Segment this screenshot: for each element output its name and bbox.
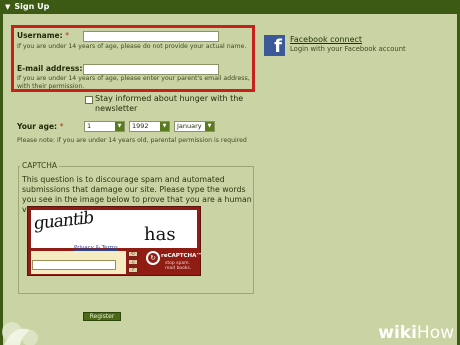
facebook-connect-link[interactable]: Facebook connect — [290, 35, 362, 44]
email-label-text: E-mail address: — [17, 64, 83, 73]
recaptcha-tagline: stop spam. read books. — [165, 261, 192, 271]
username-note: If you are under 14 years of age, please… — [17, 43, 247, 50]
age-year-value: 1992 — [132, 122, 149, 130]
captcha-legend: CAPTCHA — [20, 161, 60, 170]
username-label-text: Username: — [17, 31, 63, 40]
watermark-how: How — [416, 323, 454, 343]
captcha-controls: ↻ ♫ ? — [128, 251, 140, 275]
title-bar: ▼ Sign Up — [0, 0, 460, 14]
wikihow-watermark: wikiHow — [378, 323, 454, 343]
age-label: Your age: * — [17, 122, 63, 131]
email-note: If you are under 14 years of age, please… — [17, 75, 250, 90]
dropdown-arrow-icon: ▼ — [115, 122, 124, 131]
age-day-value: 1 — [87, 122, 92, 130]
username-label: Username: * — [17, 31, 69, 40]
expand-arrow-icon: ▼ — [5, 3, 11, 11]
age-month-value: January — [177, 122, 202, 130]
age-note: Please note: if you are under 14 years o… — [17, 137, 247, 144]
watermark-wiki: wiki — [378, 323, 417, 343]
email-input[interactable] — [83, 64, 219, 75]
refresh-icon[interactable]: ↻ — [128, 251, 138, 257]
help-icon[interactable]: ? — [128, 267, 138, 273]
audio-icon[interactable]: ♫ — [128, 259, 138, 265]
age-label-text: Your age: — [17, 122, 58, 131]
facebook-subtext: Login with your Facebook account — [290, 45, 406, 53]
dropdown-arrow-icon: ▼ — [205, 122, 214, 131]
age-year-select[interactable]: 1992 ▼ — [129, 121, 170, 132]
leaf-decoration-icon — [2, 322, 38, 345]
email-label: E-mail address: * — [17, 64, 89, 73]
dropdown-arrow-icon: ▼ — [160, 122, 169, 131]
page-title: Sign Up — [14, 2, 50, 11]
newsletter-checkbox[interactable] — [85, 96, 93, 104]
age-month-select[interactable]: January ▼ — [174, 121, 215, 132]
captcha-word-2: has — [144, 224, 176, 245]
required-mark: * — [59, 122, 64, 131]
facebook-icon[interactable]: f — [264, 35, 285, 57]
captcha-answer-input[interactable] — [32, 260, 116, 270]
register-button[interactable]: Register — [83, 312, 121, 321]
required-mark: * — [65, 31, 70, 40]
recaptcha-brand: reCAPTCHA™ — [161, 253, 202, 259]
newsletter-label: Stay informed about hunger with the news… — [95, 94, 244, 113]
age-day-select[interactable]: 1 ▼ — [84, 121, 125, 132]
recaptcha-logo-icon: ↻ — [146, 251, 160, 265]
username-input[interactable] — [83, 31, 219, 42]
